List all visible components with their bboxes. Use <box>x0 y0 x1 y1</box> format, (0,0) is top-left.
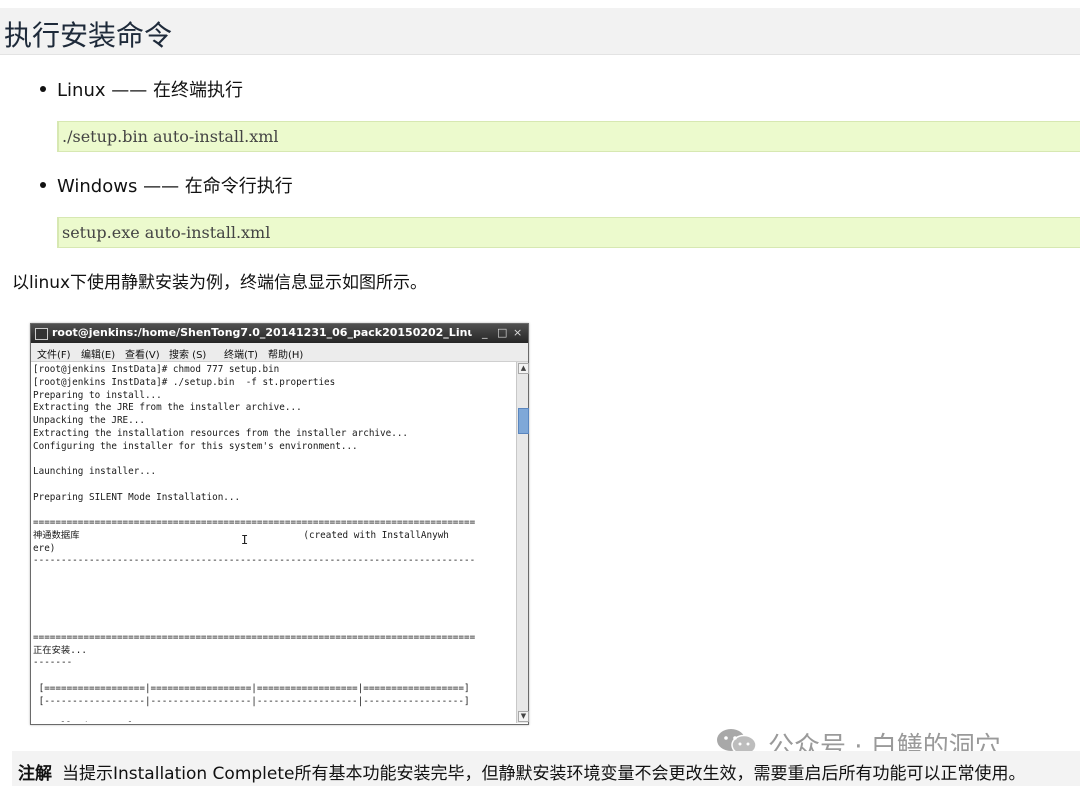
menu-file[interactable]: 文件(F) <box>37 346 71 361</box>
heading-text: 执行安装命令 <box>4 19 173 52</box>
scroll-down-icon[interactable]: ▼ <box>518 711 529 722</box>
terminal-line: Configuring the installer for this syste… <box>33 440 358 452</box>
terminal-line: [------------------|------------------|-… <box>33 695 470 707</box>
terminal-line: Extracting the installation resources fr… <box>33 427 409 439</box>
terminal-line: ========================================… <box>33 631 476 643</box>
scroll-up-icon[interactable]: ▲ <box>518 363 529 374</box>
terminal-icon <box>35 328 48 340</box>
text-cursor-icon: I <box>241 533 249 547</box>
note-label: 注解 <box>18 764 52 784</box>
terminal-line: Extracting the JRE from the installer ar… <box>33 402 302 414</box>
code-block-windows: setup.exe auto-install.xml <box>57 217 1080 248</box>
terminal-window: root@jenkins:/home/ShenTong7.0_20141231_… <box>30 323 529 725</box>
bullet-label: Windows —— 在命令行执行 <box>57 176 293 197</box>
terminal-line: ere) <box>33 542 56 554</box>
menu-help[interactable]: 帮助(H) <box>268 346 303 361</box>
close-icon[interactable]: × <box>513 326 522 339</box>
terminal-line: Launching installer... <box>33 466 157 477</box>
terminal-output[interactable]: [root@jenkins InstData]# chmod 777 setup… <box>33 362 515 722</box>
terminal-title: root@jenkins:/home/ShenTong7.0_20141231_… <box>52 326 472 339</box>
terminal-scrollbar[interactable]: ▲ ▼ <box>516 362 529 723</box>
section-heading: 执行安装命令 <box>0 8 1080 55</box>
menu-edit[interactable]: 编辑(E) <box>81 346 115 361</box>
bullet-label: Linux —— 在终端执行 <box>57 80 243 101</box>
minimize-icon[interactable]: _ <box>482 326 488 339</box>
terminal-line: [==================|==================|=… <box>33 682 470 694</box>
terminal-titlebar[interactable]: root@jenkins:/home/ShenTong7.0_20141231_… <box>31 324 528 343</box>
terminal-line: ----------------------------------------… <box>33 555 476 567</box>
menu-search[interactable]: 搜索 (S) <box>169 346 206 361</box>
note-box: 注解 当提示Installation Complete所有基本功能安装完毕，但静… <box>12 751 1080 786</box>
code-block-linux: ./setup.bin auto-install.xml <box>57 121 1080 152</box>
description-paragraph: 以linux下使用静默安装为例，终端信息显示如图所示。 <box>12 273 428 293</box>
maximize-icon[interactable]: □ <box>497 326 507 339</box>
terminal-line: [root@jenkins InstData]# chmod 777 setup… <box>33 364 280 375</box>
terminal-menubar: 文件(F) 编辑(E) 查看(V) 搜索 (S) 终端(T) 帮助(H) <box>31 343 528 362</box>
terminal-line: ------- <box>33 657 73 669</box>
terminal-line: [root@jenkins InstData]# ./setup.bin -f … <box>33 376 336 388</box>
note-text: 当提示Installation Complete所有基本功能安装完毕，但静默安装… <box>62 764 1026 784</box>
code-text: setup.exe auto-install.xml <box>62 223 271 242</box>
terminal-line: ========================================… <box>33 517 476 528</box>
code-text: ./setup.bin auto-install.xml <box>62 127 279 146</box>
terminal-line: Preparing SILENT Mode Installation... <box>33 491 241 503</box>
menu-terminal[interactable]: 终端(T) <box>224 346 258 361</box>
scroll-thumb[interactable] <box>518 408 529 434</box>
terminal-line: 正在安装... <box>33 644 87 656</box>
menu-view[interactable]: 查看(V) <box>125 346 160 361</box>
bullet-dot <box>40 86 46 92</box>
terminal-line: Preparing to install... <box>33 389 162 401</box>
terminal-line: Unpacking the JRE... <box>33 415 145 426</box>
bullet-dot <box>40 182 46 188</box>
terminal-line: Installation Complete. <box>33 721 156 722</box>
